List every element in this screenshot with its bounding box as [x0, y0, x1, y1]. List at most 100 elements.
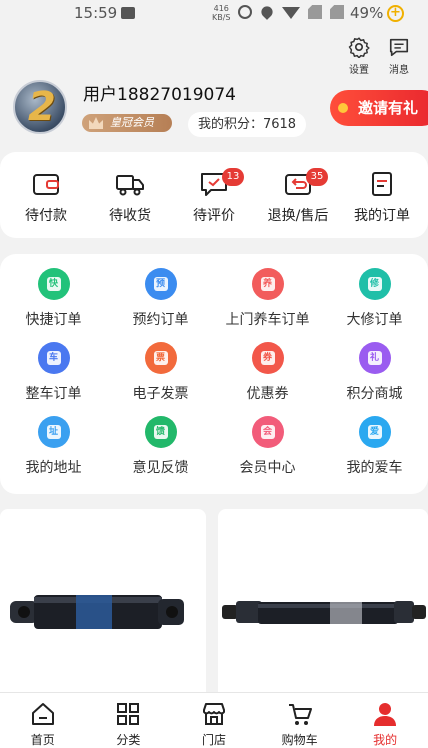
order-all[interactable]: 我的订单 [340, 170, 424, 238]
service-label: 我的地址 [25, 460, 82, 476]
product-card[interactable] [0, 509, 206, 709]
bottom-tab-bar: 首页 分类 门店 购物车 我的 [0, 692, 428, 748]
gear-icon [348, 37, 370, 58]
product-card[interactable] [218, 509, 428, 709]
service-points-mall[interactable]: 礼积分商城 [321, 342, 428, 416]
order-pending-review[interactable]: 13 待评价 [172, 168, 256, 238]
address-pin-icon: 址 [37, 416, 70, 448]
service-label: 电子发票 [132, 386, 189, 402]
settings-label: 设置 [349, 65, 369, 76]
network-speed: 416 KB/S [212, 4, 231, 22]
message-icon [389, 38, 409, 57]
cart-icon [288, 704, 312, 725]
tab-category[interactable]: 分类 [93, 701, 163, 748]
avatar[interactable]: 2 [13, 80, 67, 134]
service-my-car[interactable]: 爱我的爱车 [321, 416, 428, 490]
coupon-icon: 券 [251, 342, 284, 374]
order-pending-payment[interactable]: 待付款 [4, 170, 88, 238]
sim2-icon [330, 5, 344, 19]
address-glyph: 址 [46, 425, 61, 439]
order-label: 退换/售后 [267, 208, 329, 224]
invite-button[interactable]: 邀请有礼 [330, 90, 428, 126]
alarm-icon [238, 5, 252, 19]
invoice-glyph: 票 [153, 351, 168, 365]
member-heart-icon: 会 [251, 416, 284, 448]
points-display[interactable]: 我的积分：7618 [188, 112, 306, 137]
service-label: 优惠券 [246, 386, 289, 402]
tab-label: 我的 [373, 733, 398, 747]
network-speed-value: 416 [213, 4, 229, 13]
service-label: 意见反馈 [132, 460, 189, 476]
vehicle-icon: 车 [37, 342, 70, 374]
category-icon [117, 703, 140, 725]
sim1-icon [308, 5, 322, 19]
messages-button[interactable]: 消息 [388, 36, 410, 76]
order-status-card: 待付款 待收货 13 待评价 35 退换/售后 我的订单 [0, 152, 428, 238]
wallet-icon [33, 174, 59, 195]
car-glyph: 爱 [367, 425, 382, 439]
network-speed-unit: KB/S [212, 13, 231, 22]
shock-absorber-image [218, 601, 428, 702]
tab-home[interactable]: 首页 [8, 701, 78, 748]
service-booking-order[interactable]: 预预约订单 [107, 268, 214, 342]
order-pending-receipt[interactable]: 待收货 [88, 170, 172, 238]
service-label: 我的爱车 [346, 460, 403, 476]
store-icon [202, 703, 225, 725]
booking-order-glyph: 预 [153, 277, 168, 291]
service-vehicle-order[interactable]: 车整车订单 [0, 342, 107, 416]
coin-icon [338, 103, 348, 113]
tab-label: 门店 [201, 733, 226, 747]
service-major-repair-order[interactable]: 修大修订单 [321, 268, 428, 342]
service-feedback[interactable]: 馈意见反馈 [107, 416, 214, 490]
member-glyph: 会 [260, 425, 275, 439]
order-label: 我的订单 [354, 208, 410, 224]
messages-label: 消息 [389, 65, 409, 76]
tab-label: 购物车 [281, 733, 318, 747]
quick-order-icon: 快 [37, 268, 70, 300]
shock-absorber-image [10, 595, 184, 629]
username: 用户18827019074 [83, 85, 236, 105]
service-label: 整车订单 [25, 386, 82, 402]
crown-icon [89, 117, 103, 129]
major-repair-glyph: 修 [367, 277, 382, 291]
invoice-icon: 票 [144, 342, 177, 374]
booking-order-icon: 预 [144, 268, 177, 300]
service-my-address[interactable]: 址我的地址 [0, 416, 107, 490]
service-label: 上门养车订单 [225, 312, 310, 328]
service-member-center[interactable]: 会会员中心 [214, 416, 321, 490]
quick-order-glyph: 快 [46, 277, 61, 291]
order-returns[interactable]: 35 退换/售后 [256, 168, 340, 238]
service-coupons[interactable]: 券优惠券 [214, 342, 321, 416]
major-repair-icon: 修 [358, 268, 391, 300]
tab-store[interactable]: 门店 [179, 701, 249, 748]
service-e-invoice[interactable]: 票电子发票 [107, 342, 214, 416]
status-icons [238, 4, 344, 20]
tab-label: 首页 [30, 733, 55, 747]
status-time: 15:59 [74, 4, 118, 22]
settings-button[interactable]: 设置 [348, 36, 370, 76]
location-icon [259, 4, 275, 20]
review-count-badge: 13 [222, 168, 244, 186]
battery-saver-icon: + [387, 5, 404, 22]
service-home-maintenance-order[interactable]: 养上门养车订单 [214, 268, 321, 342]
wifi-icon [282, 7, 300, 19]
home-maintenance-glyph: 养 [260, 277, 275, 291]
service-label: 积分商城 [346, 386, 403, 402]
car-icon: 爱 [358, 416, 391, 448]
tab-cart[interactable]: 购物车 [265, 701, 335, 748]
truck-icon [116, 175, 144, 196]
avatar-level: 2 [28, 84, 56, 130]
battery-level: 49% [350, 4, 384, 22]
status-bar: 15:59 416 KB/S 49% + [0, 0, 428, 28]
member-badge-label: 皇冠会员 [110, 116, 154, 129]
tab-profile[interactable]: 我的 [350, 701, 420, 748]
member-badge[interactable]: 皇冠会员 [82, 114, 172, 132]
feedback-glyph: 馈 [153, 425, 168, 439]
return-count-badge: 35 [306, 168, 328, 186]
order-list-icon [372, 172, 392, 196]
feedback-icon: 馈 [144, 416, 177, 448]
header-actions: 设置 消息 [348, 36, 410, 76]
service-label: 预约订单 [132, 312, 189, 328]
service-quick-order[interactable]: 快快捷订单 [0, 268, 107, 342]
gift-icon: 礼 [358, 342, 391, 374]
